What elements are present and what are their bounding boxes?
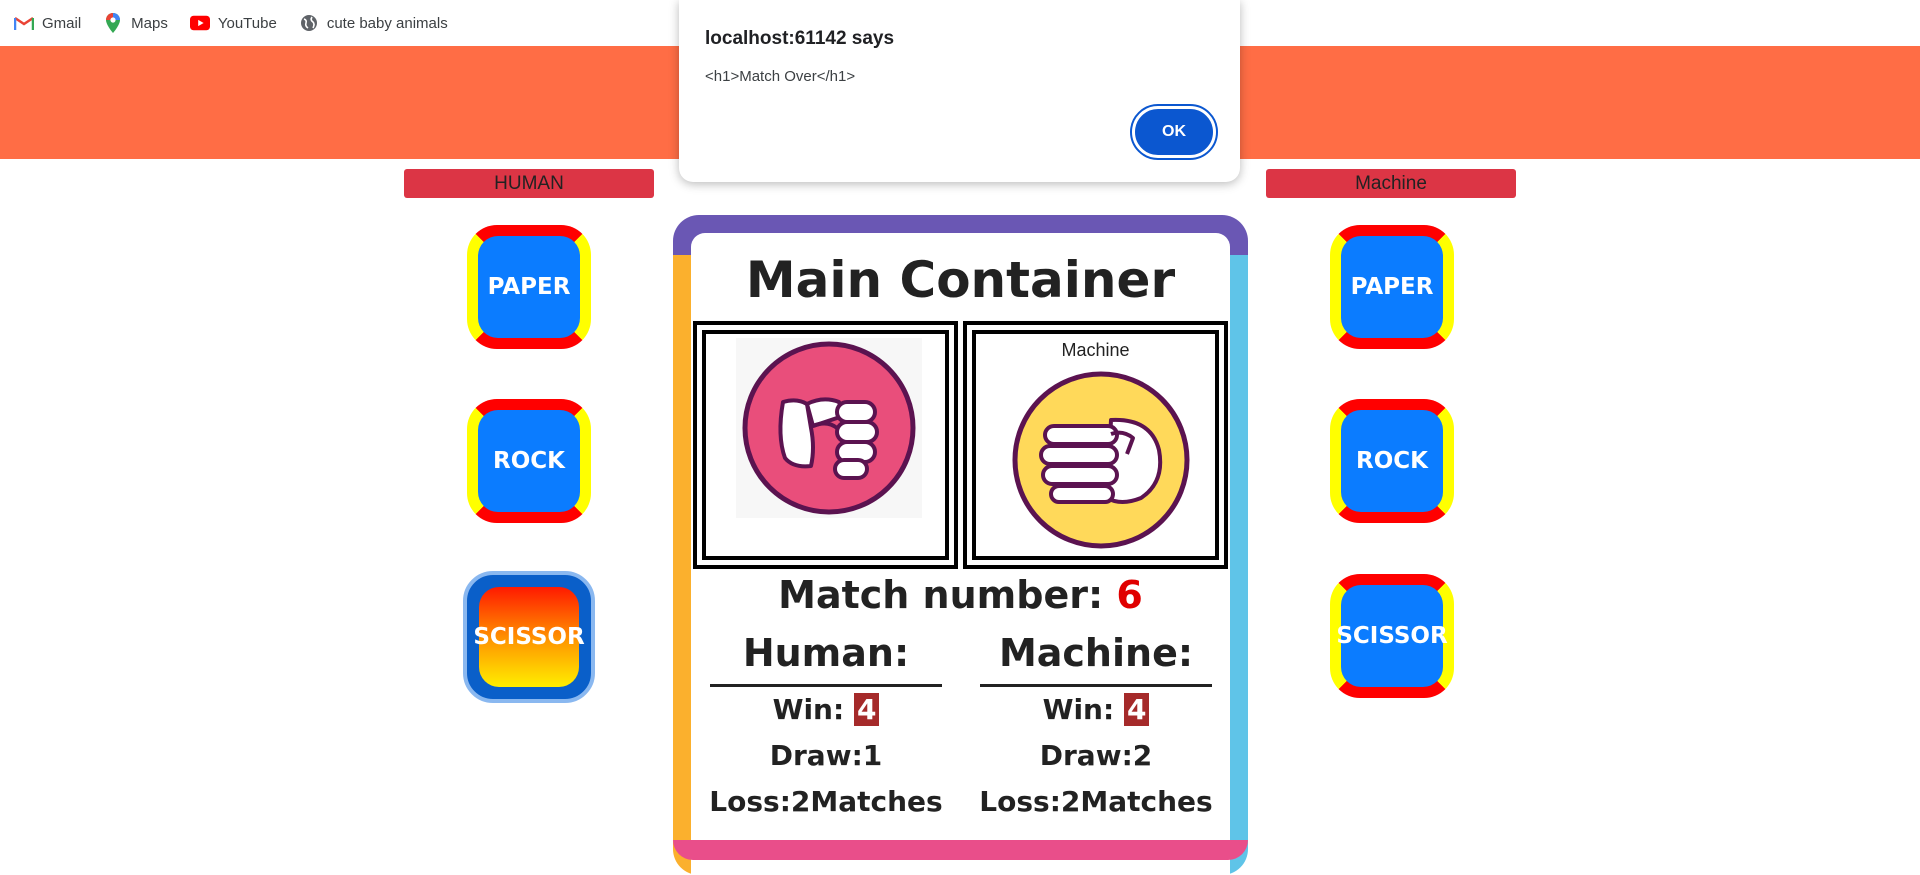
gmail-icon bbox=[14, 13, 34, 33]
machine-rock-label: ROCK bbox=[1341, 410, 1443, 512]
machine-hand-pane: Machine bbox=[963, 321, 1228, 569]
alert-dialog-message: <h1>Match Over</h1> bbox=[705, 68, 856, 85]
machine-win-label: Win: bbox=[1042, 693, 1115, 726]
globe-icon bbox=[299, 13, 319, 33]
machine-win-value: 4 bbox=[1123, 693, 1150, 726]
main-container-body: Main Container Machine Match number: 6 H… bbox=[691, 233, 1230, 875]
machine-paper-label: PAPER bbox=[1341, 236, 1443, 338]
bookmark-label: cute baby animals bbox=[326, 14, 448, 32]
paper-hand-icon bbox=[1011, 370, 1191, 550]
machine-score-column: Machine: Win: 4 Draw:2 Loss:2Matches bbox=[979, 628, 1213, 825]
human-paper-label: PAPER bbox=[478, 236, 580, 338]
main-title: Main Container bbox=[745, 251, 1176, 309]
human-player-label: HUMAN bbox=[404, 169, 654, 198]
human-score-heading: Human: bbox=[742, 631, 910, 675]
youtube-icon bbox=[189, 13, 210, 33]
alert-dialog-title: localhost:61142 says bbox=[705, 28, 895, 49]
bookmark-label: Maps bbox=[131, 14, 168, 32]
machine-win-line: Win: 4 bbox=[979, 687, 1213, 733]
main-container: Main Container Machine Match number: 6 H… bbox=[673, 215, 1248, 875]
human-win-value: 4 bbox=[853, 693, 880, 726]
bookmark-youtube[interactable]: YouTube bbox=[189, 13, 277, 33]
machine-draw-line: Draw:2 bbox=[1039, 739, 1153, 772]
human-rock-label: ROCK bbox=[478, 410, 580, 512]
alert-dialog: localhost:61142 says <h1>Match Over</h1>… bbox=[679, 0, 1240, 182]
human-win-line: Win: 4 bbox=[709, 687, 943, 733]
human-scissor-button[interactable]: SCISSOR bbox=[463, 571, 595, 703]
human-hand-frame bbox=[702, 330, 949, 560]
bookmark-label: Gmail bbox=[42, 14, 82, 32]
machine-paper-button[interactable]: PAPER bbox=[1330, 225, 1454, 349]
machine-scissor-button[interactable]: SCISSOR bbox=[1330, 574, 1454, 698]
human-paper-button[interactable]: PAPER bbox=[467, 225, 591, 349]
human-win-label: Win: bbox=[772, 693, 845, 726]
bookmark-gmail[interactable]: Gmail bbox=[14, 13, 81, 33]
human-rock-button[interactable]: ROCK bbox=[467, 399, 591, 523]
match-number-value: 6 bbox=[1116, 573, 1143, 617]
rock-fist-icon bbox=[736, 338, 922, 518]
human-draw-line: Draw:1 bbox=[769, 739, 883, 772]
alert-ok-button[interactable]: OK bbox=[1130, 104, 1218, 160]
bookmark-maps[interactable]: Maps bbox=[103, 13, 168, 33]
machine-hand-frame: Machine bbox=[972, 330, 1219, 560]
machine-loss-line: Loss:2Matches bbox=[979, 785, 1213, 818]
machine-pane-label: Machine bbox=[1061, 340, 1130, 360]
match-number-line: Match number: 6 bbox=[691, 573, 1230, 617]
bookmark-label: YouTube bbox=[217, 14, 277, 32]
machine-rock-button[interactable]: ROCK bbox=[1330, 399, 1454, 523]
main-container-bottom-border bbox=[673, 840, 1248, 860]
human-loss-line: Loss:2Matches bbox=[709, 785, 943, 818]
bookmark-cute-baby-animals[interactable]: cute baby animals bbox=[299, 13, 448, 33]
machine-player-label: Machine bbox=[1266, 169, 1516, 198]
human-scissor-label: SCISSOR bbox=[473, 587, 585, 687]
human-score-column: Human: Win: 4 Draw:1 Loss:2Matches bbox=[709, 628, 943, 825]
human-hand-pane bbox=[693, 321, 958, 569]
maps-pin-icon bbox=[103, 13, 123, 33]
machine-scissor-label: SCISSOR bbox=[1336, 585, 1448, 687]
machine-score-heading: Machine: bbox=[998, 631, 1194, 675]
match-number-label: Match number: bbox=[778, 573, 1104, 617]
